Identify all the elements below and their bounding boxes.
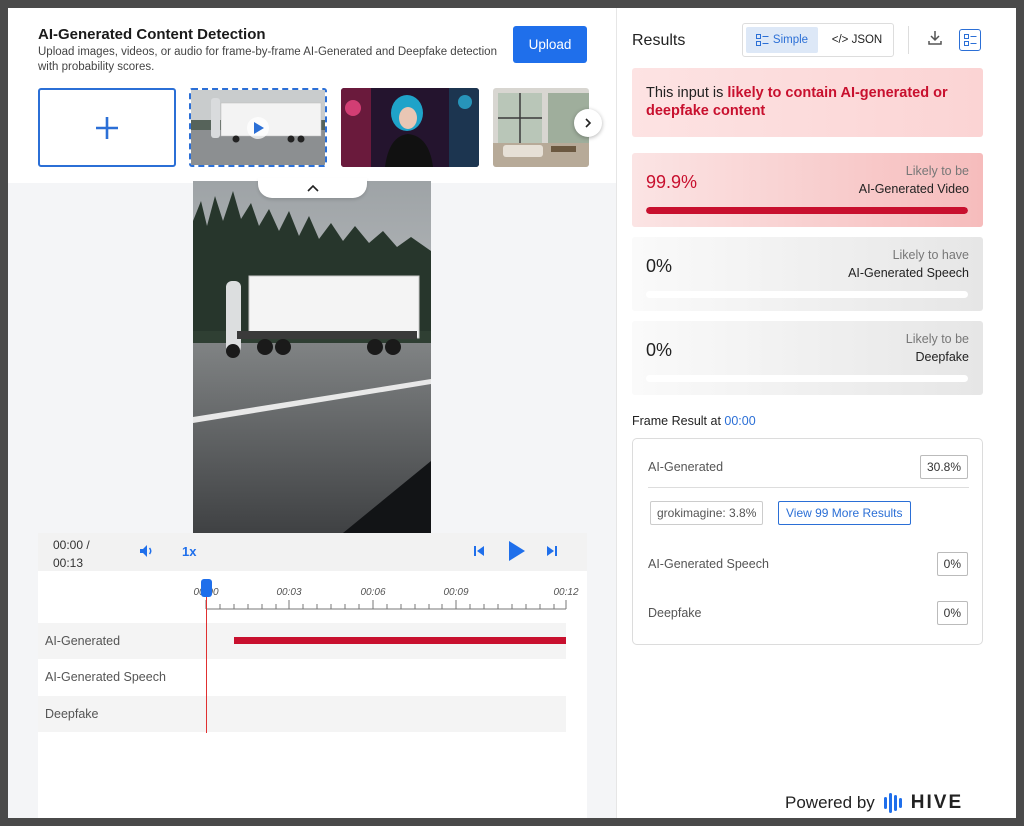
app-window: AI-Generated Content Detection Upload im… bbox=[8, 8, 1016, 818]
header: AI-Generated Content Detection Upload im… bbox=[8, 8, 616, 183]
time-readout: 00:00 / 00:13 bbox=[53, 536, 90, 572]
add-media-tile[interactable] bbox=[38, 88, 176, 167]
track-label: Deepfake bbox=[45, 707, 99, 721]
track-deepfake[interactable]: Deepfake bbox=[38, 696, 566, 732]
view-simple-label: Simple bbox=[772, 34, 809, 46]
toolbar-divider bbox=[908, 26, 909, 54]
video-preview[interactable] bbox=[193, 181, 431, 533]
thumbnail-truck-video[interactable] bbox=[189, 88, 327, 167]
view-more-results-button[interactable]: View 99 More Results bbox=[778, 501, 911, 525]
result-percentage: 99.9% bbox=[646, 172, 698, 192]
skip-forward-icon bbox=[547, 546, 557, 556]
playhead-line bbox=[206, 585, 207, 733]
portrait-thumbnail-image bbox=[341, 88, 479, 167]
frame-result-box: AI-Generated 30.8% grokimagine: 3.8% Vie… bbox=[632, 438, 983, 645]
result-caption: Likely to be bbox=[905, 164, 969, 178]
model-score-chip: grokimagine: 3.8% bbox=[650, 501, 764, 525]
skip-back-button[interactable] bbox=[473, 545, 485, 557]
play-button[interactable] bbox=[508, 540, 526, 562]
powered-by-footer: Powered by HIVE bbox=[785, 792, 963, 814]
truck-video-frame bbox=[193, 181, 431, 533]
result-progress-fill bbox=[646, 207, 968, 214]
plus-icon bbox=[96, 116, 118, 139]
frame-result-timestamp[interactable]: 00:00 bbox=[724, 414, 755, 428]
timeline-ruler[interactable]: 00:00 00:03 00:06 00:09 00:12 bbox=[38, 571, 587, 615]
track-ai-generated-speech[interactable]: AI-Generated Speech bbox=[38, 659, 566, 695]
powered-by-text: Powered by bbox=[785, 793, 875, 812]
frame-deepfake-value: 0% bbox=[936, 601, 968, 625]
view-simple-button[interactable]: Simple bbox=[746, 27, 818, 53]
page-subtitle: Upload images, videos, or audio for fram… bbox=[38, 46, 497, 73]
skip-forward-button[interactable] bbox=[546, 545, 558, 557]
download-button[interactable] bbox=[927, 30, 943, 46]
playhead-handle[interactable] bbox=[201, 579, 212, 597]
timeline-player: 00:00 / 00:13 1x 00:03 00:06 00:09 00:12… bbox=[38, 533, 587, 818]
ruler-ticks bbox=[205, 600, 567, 610]
detail-list-icon bbox=[963, 33, 976, 46]
page-title: AI-Generated Content Detection bbox=[38, 26, 266, 43]
chevron-right-icon bbox=[585, 118, 592, 128]
result-progress-track bbox=[646, 375, 968, 382]
list-icon bbox=[755, 33, 769, 46]
result-card-ai-video: 99.9% Likely to be AI-Generated Video bbox=[632, 153, 983, 227]
duration: 00:13 bbox=[53, 556, 84, 570]
result-caption: Likely to have bbox=[892, 248, 969, 262]
track-label: AI-Generated Speech bbox=[45, 670, 166, 684]
frame-divider bbox=[648, 487, 969, 488]
truck-thumbnail-image bbox=[191, 90, 325, 165]
result-percentage: 0% bbox=[646, 256, 673, 276]
view-toggle: Simple </> JSON bbox=[742, 23, 894, 57]
collapse-gallery-button[interactable] bbox=[258, 178, 367, 198]
current-time: 00:00 / bbox=[53, 538, 90, 552]
play-icon bbox=[509, 541, 525, 561]
next-thumbnails-button[interactable] bbox=[574, 109, 602, 137]
detail-view-button[interactable] bbox=[959, 29, 981, 51]
view-json-label: </> JSON bbox=[831, 34, 883, 46]
hive-logo-icon bbox=[883, 793, 902, 813]
frame-result-heading: Frame Result at 00:00 bbox=[632, 414, 756, 428]
view-json-button[interactable]: </> JSON bbox=[823, 27, 891, 53]
frame-ai-generated-label: AI-Generated bbox=[648, 460, 724, 474]
results-title: Results bbox=[632, 32, 686, 49]
result-progress-track bbox=[646, 291, 968, 298]
result-progress-track bbox=[646, 207, 968, 214]
verdict-banner: This input is likely to contain AI-gener… bbox=[632, 68, 983, 137]
result-percentage: 0% bbox=[646, 340, 673, 360]
download-icon bbox=[928, 31, 942, 45]
result-card-ai-speech: 0% Likely to have AI-Generated Speech bbox=[632, 237, 983, 311]
chevron-up-icon bbox=[306, 184, 319, 192]
track-label: AI-Generated bbox=[45, 634, 121, 648]
skip-back-icon bbox=[474, 546, 484, 556]
results-panel: Results Simple </> JSON This input is li… bbox=[616, 8, 1016, 818]
result-category: AI-Generated Video bbox=[858, 182, 969, 196]
volume-button[interactable] bbox=[139, 544, 155, 558]
frame-deepfake-label: Deepfake bbox=[648, 606, 702, 620]
playback-speed-button[interactable]: 1x bbox=[182, 544, 196, 559]
frame-speech-label: AI-Generated Speech bbox=[648, 557, 769, 571]
player-controls: 00:00 / 00:13 1x bbox=[38, 533, 587, 571]
result-category: Deepfake bbox=[915, 350, 969, 364]
media-panel: AI-Generated Content Detection Upload im… bbox=[8, 8, 616, 818]
upload-button[interactable]: Upload bbox=[513, 26, 587, 63]
thumbnail-cyber-portrait[interactable] bbox=[341, 88, 479, 167]
frame-ai-generated-value: 30.8% bbox=[919, 455, 968, 479]
volume-icon bbox=[140, 545, 152, 557]
result-category: AI-Generated Speech bbox=[848, 266, 969, 280]
frame-result-label: Frame Result at bbox=[632, 414, 725, 428]
hive-brand-text: HIVE bbox=[910, 792, 964, 813]
frame-speech-value: 0% bbox=[936, 552, 968, 576]
result-caption: Likely to be bbox=[905, 332, 969, 346]
result-card-deepfake: 0% Likely to be Deepfake bbox=[632, 321, 983, 395]
verdict-prefix: This input is bbox=[646, 85, 728, 101]
ai-generated-detection-bar[interactable] bbox=[234, 637, 566, 644]
